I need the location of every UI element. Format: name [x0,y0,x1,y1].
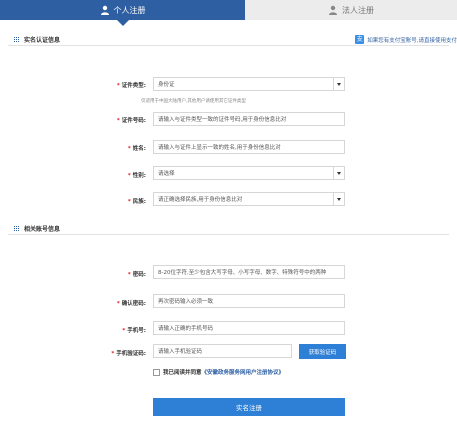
grid-icon [14,36,20,43]
ethnicity-select[interactable]: 请正确选择民族,用于身份信息比对 [153,192,345,206]
sms-code-input[interactable]: 请输入手机验证码 [153,344,292,358]
alipay-icon: 支 [355,35,365,44]
section-account-title: 相关账号信息 [14,224,60,233]
section-divider [8,234,449,235]
id-number-label: * 证件号码: [116,118,146,124]
phone-input[interactable]: 请输入正确的手机号码 [153,321,345,335]
gender-select[interactable]: 请选择 [153,166,345,180]
password-input[interactable]: 8-20位字符,至少包含大写字母、小写字母、数字、特殊符号中的两种 [153,265,345,279]
section-identity-title: 实名认证信息 [14,35,60,44]
tab-legal[interactable]: 法人注册 [245,0,457,20]
name-input[interactable]: 请输入与证件上显示一致的姓名,用于身份信息比对 [153,140,345,154]
gender-label: * 性别: [127,173,146,179]
section-account-label: 相关账号信息 [24,226,61,233]
phone-label: * 手机号: [122,328,146,334]
id-type-select[interactable]: 身份证 [153,77,345,91]
section-identity-label: 实名认证信息 [24,37,61,44]
agreement-prefix: 我已阅读并同意 [163,370,202,376]
sms-code-label: * 手机验证码: [111,351,146,357]
id-type-hint: 仅适用于中国大陆用户,其他用户请使用其它证件类型 [141,99,246,104]
chevron-down-icon [333,167,344,179]
id-number-input[interactable]: 请输入与证件类型一致的证件号码,用于身份信息比对 [153,112,345,126]
confirm-password-label: * 确认密码: [116,301,146,307]
password-label: * 密码: [127,272,146,278]
user-icon [329,5,337,15]
chevron-down-icon [333,193,344,205]
submit-button[interactable]: 实名注册 [153,398,345,416]
agreement: 我已阅读并同意 《安徽政务服务网用户注册协议》 [153,368,284,376]
tab-legal-label: 法人注册 [342,5,374,15]
grid-icon [14,225,20,232]
section-divider [8,45,449,46]
agreement-checkbox[interactable] [153,368,160,376]
id-type-label: * 证件类型: [116,83,146,89]
tab-personal-label: 个人注册 [113,5,146,15]
ethnicity-label: * 民族: [127,199,146,205]
alipay-notice[interactable]: 支 如果您有支付宝账号,请直接使用支付 [355,35,457,44]
agreement-link[interactable]: 《安徽政务服务网用户注册协议》 [202,368,285,376]
alipay-notice-text: 如果您有支付宝账号,请直接使用支付 [367,37,457,44]
tab-personal[interactable]: 个人注册 [0,0,245,26]
chevron-down-icon [333,78,344,90]
registration-tabs: 个人注册 法人注册 [0,0,457,26]
confirm-password-input[interactable]: 再次密码输入必须一致 [153,294,345,308]
user-icon [100,5,109,15]
name-label: * 姓名: [127,146,146,152]
get-code-button[interactable]: 获取验证码 [299,344,346,359]
